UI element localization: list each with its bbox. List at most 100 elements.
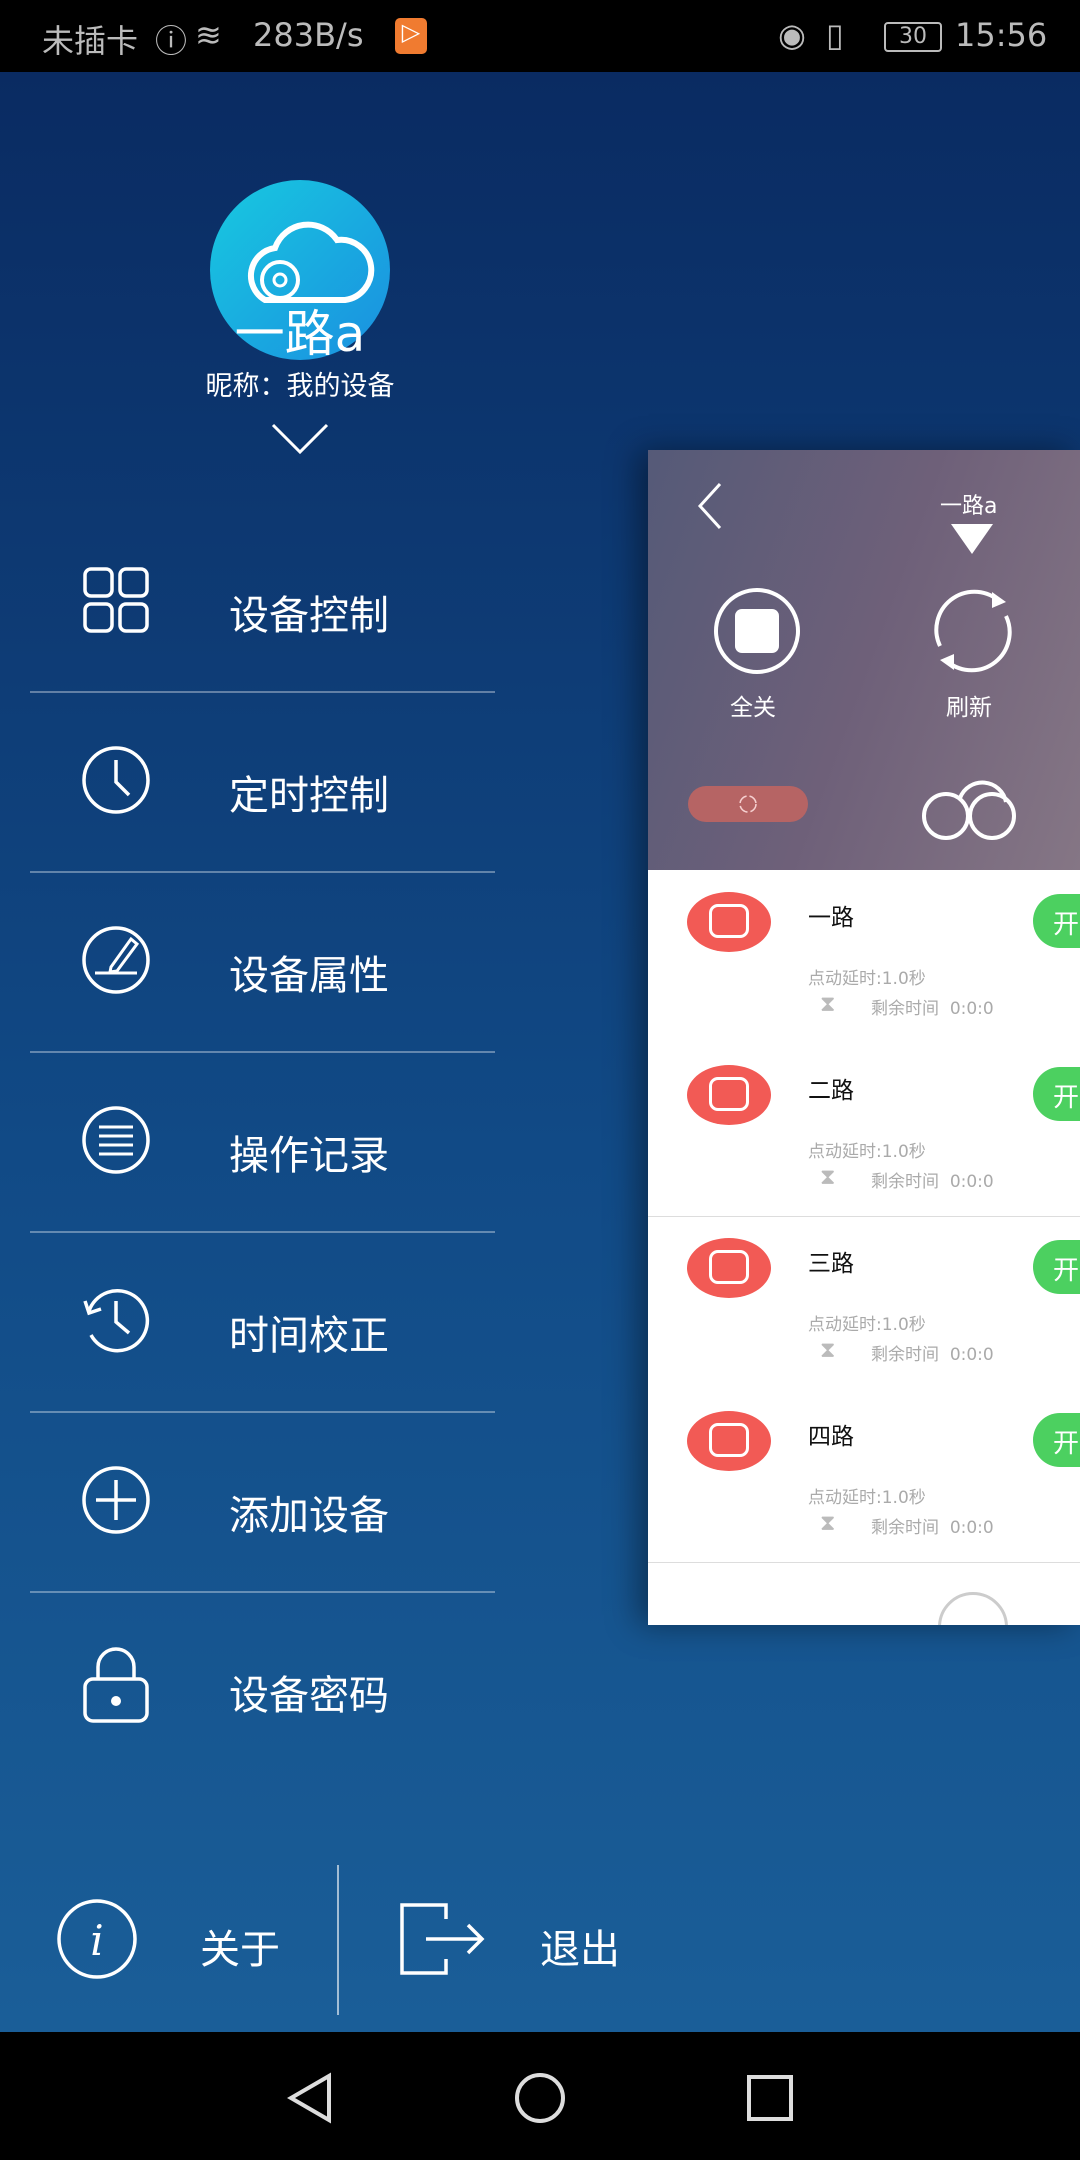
remaining-value: 0:0:0 bbox=[949, 1172, 994, 1192]
menu-label: 设备密码 bbox=[229, 1673, 389, 1719]
back-nav-icon[interactable] bbox=[285, 2072, 335, 2124]
divider bbox=[30, 871, 495, 873]
chevron-down-icon[interactable] bbox=[270, 422, 330, 456]
device-nickname: 昵称：我的设备 bbox=[205, 371, 395, 402]
refresh-label: 刷新 bbox=[946, 695, 992, 721]
clock-icon bbox=[82, 746, 150, 814]
channel-row: 二路 点动延时:1.0秒 ⧗ 剩余时间 0:0:0 开 bbox=[648, 1043, 1080, 1216]
list-icon bbox=[82, 1106, 150, 1174]
row-divider bbox=[648, 1562, 1080, 1563]
menu-item-time-calibration[interactable]: 时间校正 bbox=[0, 1235, 500, 1415]
stop-icon bbox=[709, 1423, 749, 1457]
channel-delay: 点动延时:1.0秒 bbox=[808, 969, 926, 989]
channel-on-button[interactable]: 开 bbox=[1033, 1067, 1080, 1121]
menu-item-operation-log[interactable]: 操作记录 bbox=[0, 1055, 500, 1235]
logout-button[interactable]: 退出 bbox=[398, 1897, 658, 1987]
channel-delay: 点动延时:1.0秒 bbox=[808, 1315, 926, 1335]
divider bbox=[30, 1591, 495, 1593]
vibrate-icon: ▯ bbox=[826, 16, 844, 54]
channel-remaining: 剩余时间 0:0:0 bbox=[871, 1340, 994, 1365]
battery-icon: 30 bbox=[884, 22, 942, 52]
network-speed: 283B/s bbox=[253, 16, 364, 54]
back-icon[interactable] bbox=[696, 482, 724, 530]
stop-icon bbox=[709, 1077, 749, 1111]
stop-icon bbox=[714, 588, 800, 674]
status-toggle[interactable] bbox=[688, 786, 808, 822]
channel-on-button[interactable]: 开 bbox=[1033, 894, 1080, 948]
footer-divider bbox=[337, 1865, 339, 2015]
svg-text:i: i bbox=[90, 1916, 103, 1965]
menu-label: 时间校正 bbox=[229, 1313, 389, 1359]
carrier-text: 未插卡 bbox=[42, 22, 139, 60]
divider bbox=[30, 1231, 495, 1233]
stop-icon bbox=[709, 1250, 749, 1284]
lock-icon bbox=[83, 1647, 149, 1723]
menu-item-device-password[interactable]: 设备密码 bbox=[0, 1595, 500, 1775]
hourglass-icon: ⧗ bbox=[820, 1165, 836, 1190]
hourglass-icon: ⧗ bbox=[820, 1338, 836, 1363]
divider bbox=[30, 1411, 495, 1413]
refresh-icon bbox=[934, 589, 1012, 673]
channel-remaining: 剩余时间 0:0:0 bbox=[871, 1513, 994, 1538]
row-divider bbox=[648, 1216, 1080, 1217]
control-panel-preview[interactable]: 一路a 全关 刷新 一路 点动延时:1.0秒 ⧗ 剩余时间 0:0:0 开 二路… bbox=[648, 450, 1080, 1625]
panel-device-name: 一路a bbox=[940, 494, 998, 519]
channel-delay: 点动延时:1.0秒 bbox=[808, 1142, 926, 1162]
channel-name: 三路 bbox=[808, 1251, 854, 1277]
clock-time: 15:56 bbox=[955, 16, 1048, 54]
channel-name: 二路 bbox=[808, 1078, 854, 1104]
menu-label: 定时控制 bbox=[229, 773, 389, 819]
channel-off-button[interactable] bbox=[687, 1238, 771, 1298]
all-off-button[interactable]: 全关 bbox=[712, 586, 802, 726]
hourglass-icon: ⧗ bbox=[820, 992, 836, 1017]
edit-icon bbox=[82, 926, 150, 994]
channel-row: 四路 点动延时:1.0秒 ⧗ 剩余时间 0:0:0 开 bbox=[648, 1389, 1080, 1562]
refresh-button[interactable]: 刷新 bbox=[928, 586, 1018, 726]
menu-label: 设备控制 bbox=[229, 593, 389, 639]
recents-nav-icon[interactable] bbox=[746, 2074, 794, 2122]
hourglass-icon: ⧗ bbox=[820, 1511, 836, 1536]
menu-label: 设备属性 bbox=[229, 953, 389, 999]
menu-item-device-control[interactable]: 设备控制 bbox=[0, 515, 500, 695]
menu-item-add-device[interactable]: 添加设备 bbox=[0, 1415, 500, 1595]
eye-icon: ◉ bbox=[778, 16, 806, 54]
cloud-icon bbox=[922, 780, 1016, 840]
remaining-value: 0:0:0 bbox=[949, 1345, 994, 1365]
channel-off-button[interactable] bbox=[687, 1411, 771, 1471]
panel-header: 一路a 全关 刷新 bbox=[648, 450, 1080, 870]
loading-icon bbox=[739, 795, 757, 813]
channel-on-button[interactable]: 开 bbox=[1033, 1413, 1080, 1467]
channel-row: 一路 点动延时:1.0秒 ⧗ 剩余时间 0:0:0 开 bbox=[648, 870, 1080, 1043]
menu-item-device-properties[interactable]: 设备属性 bbox=[0, 875, 500, 1055]
menu-label: 添加设备 bbox=[229, 1493, 389, 1539]
menu-label: 操作记录 bbox=[229, 1133, 389, 1179]
all-off-label: 全关 bbox=[730, 695, 776, 721]
status-bar: 未插卡 ⓘ ≋ 283B/s ▷ ◉ ▯ 30 15:56 bbox=[0, 0, 1080, 72]
menu-item-timer-control[interactable]: 定时控制 bbox=[0, 695, 500, 875]
about-label: 关于 bbox=[200, 1927, 280, 1973]
remaining-value: 0:0:0 bbox=[949, 1518, 994, 1538]
channel-name: 一路 bbox=[808, 905, 854, 931]
remaining-label: 剩余时间 bbox=[871, 1172, 939, 1192]
channel-row: 三路 点动延时:1.0秒 ⧗ 剩余时间 0:0:0 开 bbox=[648, 1216, 1080, 1389]
app-notification-icon: ▷ bbox=[395, 18, 427, 54]
about-button[interactable]: i 关于 bbox=[55, 1897, 315, 1987]
divider bbox=[30, 691, 495, 693]
remaining-label: 剩余时间 bbox=[871, 1345, 939, 1365]
channel-name: 四路 bbox=[808, 1424, 854, 1450]
home-nav-icon[interactable] bbox=[514, 2072, 566, 2124]
dropdown-triangle-icon[interactable] bbox=[951, 524, 993, 554]
channel-on-button[interactable]: 开 bbox=[1033, 1240, 1080, 1294]
channel-off-button[interactable] bbox=[687, 1065, 771, 1125]
logout-icon bbox=[400, 1903, 485, 1975]
wifi-icon: ≋ bbox=[195, 16, 222, 54]
channel-remaining: 剩余时间 0:0:0 bbox=[871, 1167, 994, 1192]
remaining-value: 0:0:0 bbox=[949, 999, 994, 1019]
sim-alert-icon: ⓘ bbox=[155, 22, 188, 60]
add-timer-icon[interactable] bbox=[938, 1592, 1008, 1625]
channel-delay: 点动延时:1.0秒 bbox=[808, 1488, 926, 1508]
stop-icon bbox=[709, 904, 749, 938]
channel-off-button[interactable] bbox=[687, 892, 771, 952]
device-name: 一路a bbox=[234, 305, 366, 363]
navigation-bar bbox=[0, 2032, 1080, 2160]
